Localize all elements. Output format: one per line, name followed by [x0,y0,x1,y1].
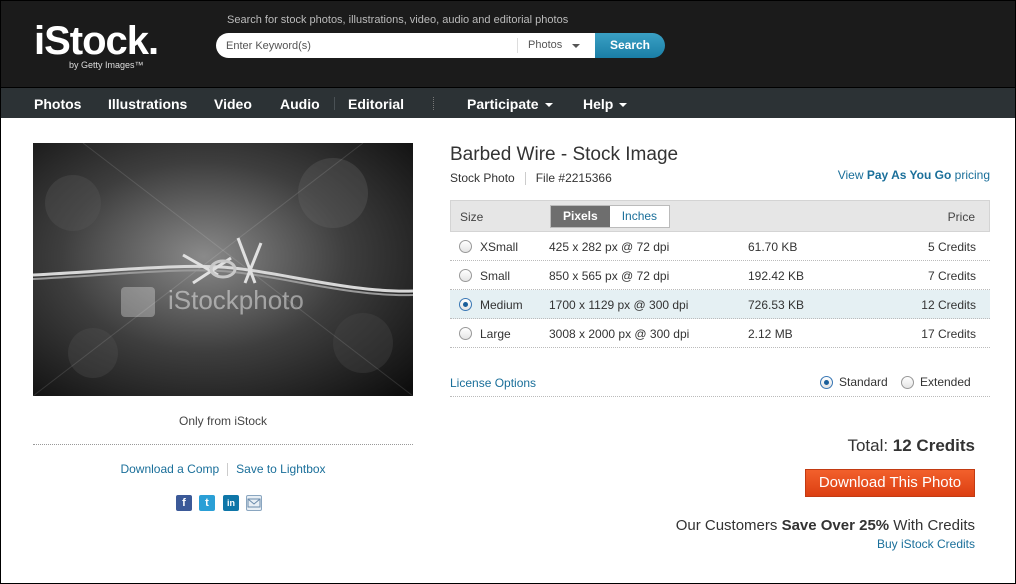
search-type-select[interactable]: Photos [528,39,562,51]
size-row-small[interactable]: Small 850 x 565 px @ 72 dpi 192.42 KB 7 … [450,261,990,290]
meta-divider [524,172,526,186]
link-divider [227,463,229,477]
unit-toggle: Pixels Inches [550,205,671,228]
size-radio[interactable] [459,240,472,253]
savings-suffix: With Credits [889,517,975,534]
buy-credits-link[interactable]: Buy iStock Credits [877,537,975,551]
license-options: License Options Standard Extended [450,367,990,397]
size-dimensions: 1700 x 1129 px @ 300 dpi [549,298,689,312]
nav-item-video[interactable]: Video [214,96,252,112]
nav-item-help[interactable]: Help [583,96,628,112]
facebook-icon[interactable]: f [176,495,192,511]
logo-tagline: by Getty Images™ [69,60,144,70]
nav-item-help-label: Help [583,96,614,112]
license-radio[interactable] [901,376,914,390]
twitter-icon[interactable]: t [199,495,215,511]
size-row-large[interactable]: Large 3008 x 2000 px @ 300 dpi 2.12 MB 1… [450,319,990,348]
file-meta: Stock Photo File #2215366 [450,171,612,186]
size-price: 12 Credits [921,298,976,312]
total-value: 12 Credits [892,436,975,455]
payg-bold: Pay As You Go [866,168,952,182]
license-radio-selected[interactable] [820,376,833,390]
size-radio[interactable] [459,269,472,282]
size-name: Medium [480,298,523,312]
stock-photo[interactable]: iStockphoto [33,143,413,396]
size-radio-selected[interactable] [459,298,472,311]
size-name: XSmall [480,240,519,254]
chevron-down-icon[interactable] [572,44,580,48]
file-type: Stock Photo [450,171,515,185]
nav-item-editorial[interactable]: Editorial [348,96,404,112]
column-size: Size [460,210,484,224]
column-price: Price [947,210,975,224]
watermark: iStockphoto [121,285,304,317]
total-label: Total: [847,436,893,455]
page-title: Barbed Wire - Stock Image [450,144,679,165]
barbed-wire-image: iStockphoto [33,143,413,396]
license-extended-label: Extended [920,375,971,389]
chevron-down-icon [619,103,628,108]
size-dimensions: 3008 x 2000 px @ 300 dpi [549,327,690,341]
size-row-medium[interactable]: Medium 1700 x 1129 px @ 300 dpi 726.53 K… [450,290,990,319]
nav-item-participate[interactable]: Participate [467,96,553,112]
chevron-down-icon [544,103,553,108]
nav-divider-dotted [433,97,434,110]
size-table-header: Size Pixels Inches Price [450,200,990,232]
size-name: Large [480,327,511,341]
size-dimensions: 425 x 282 px @ 72 dpi [549,240,670,254]
linkedin-icon[interactable]: in [223,495,239,511]
size-radio[interactable] [459,327,472,340]
payg-suffix: pricing [951,168,990,182]
nav-item-participate-label: Participate [467,96,539,112]
unit-pixels-button[interactable]: Pixels [551,206,610,227]
license-options-link[interactable]: License Options [450,376,536,390]
payg-prefix: View [837,168,867,182]
nav-item-illustrations[interactable]: Illustrations [108,96,187,112]
search-divider [517,38,518,53]
nav-item-audio[interactable]: Audio [280,96,320,112]
savings-bold: Save Over 25% [781,517,890,534]
file-size: 2.12 MB [748,327,793,341]
download-photo-button[interactable]: Download This Photo [805,469,975,497]
size-price: 7 Credits [927,269,976,283]
save-lightbox-link[interactable]: Save to Lightbox [236,462,325,476]
divider [33,444,413,445]
search-button[interactable]: Search [595,33,665,58]
size-table: Size Pixels Inches Price XSmall 425 x 28… [450,200,990,348]
license-standard-option[interactable]: Standard [820,375,888,390]
search-box: Photos [216,33,595,58]
size-dimensions: 850 x 565 px @ 72 dpi [549,269,670,283]
file-size: 192.42 KB [748,269,805,283]
search-input[interactable] [226,37,516,54]
watermark-text: iStockphoto [168,285,304,315]
savings-message: Our Customers Save Over 25% With Credits [676,517,975,534]
size-price: 5 Credits [927,240,976,254]
nav-divider [334,97,335,110]
download-comp-link[interactable]: Download a Comp [120,462,219,476]
size-name: Small [480,269,511,283]
search-hint: Search for stock photos, illustrations, … [227,14,569,26]
license-extended-option[interactable]: Extended [901,375,971,390]
payg-pricing-link[interactable]: View Pay As You Go pricing [838,168,990,182]
license-standard-label: Standard [839,375,888,389]
file-size: 726.53 KB [748,298,805,312]
logo-wordmark: iStock. [34,19,159,63]
nav-item-photos[interactable]: Photos [34,96,81,112]
email-icon[interactable] [246,495,262,511]
header-bar: iStock. by Getty Images™ Search for stoc… [0,0,1016,88]
photo-caption: Only from iStock [178,414,268,428]
istock-logo[interactable]: iStock. by Getty Images™ [34,19,159,70]
size-price: 17 Credits [921,327,976,341]
unit-inches-button[interactable]: Inches [610,206,669,227]
file-size: 61.70 KB [748,240,798,254]
size-row-xsmall[interactable]: XSmall 425 x 282 px @ 72 dpi 61.70 KB 5 … [450,232,990,261]
savings-prefix: Our Customers [675,517,782,534]
file-number: File #2215366 [535,171,612,185]
photo-actions: Download a Comp Save to Lightbox [33,462,413,477]
total-price: Total: 12 Credits [847,436,975,456]
main-nav: Photos Illustrations Video Audio Editori… [0,88,1016,118]
